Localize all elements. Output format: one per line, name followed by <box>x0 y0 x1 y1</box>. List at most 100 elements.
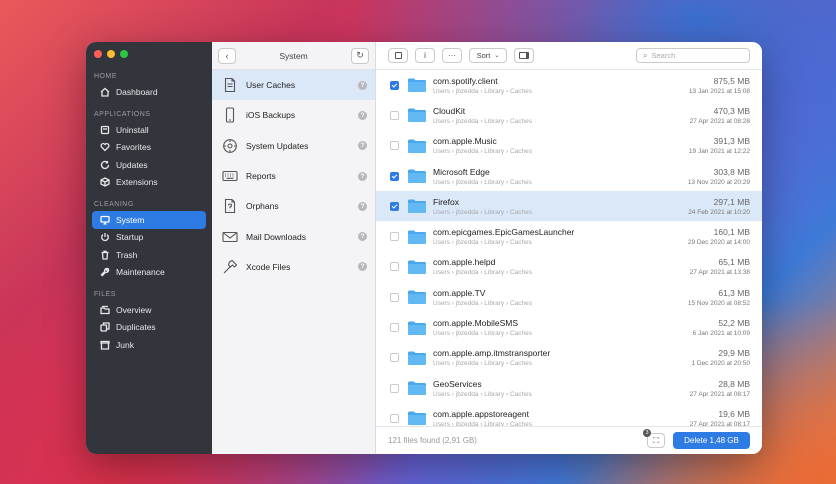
sidebar-item-updates[interactable]: Updates <box>92 156 206 174</box>
file-checkbox[interactable] <box>390 262 399 272</box>
file-path: Users › jbzedda › Library › Caches <box>433 390 532 398</box>
category-item-xcode-files[interactable]: Xcode Files ? <box>212 252 375 282</box>
file-info: Firefox Users › jbzedda › Library › Cache… <box>433 197 688 216</box>
sidebar-item-startup[interactable]: Startup <box>92 229 206 247</box>
file-footer: 121 files found (2,91 GB) 3 ⛶ Delete 1,4… <box>376 426 762 454</box>
file-date: 13 Nov 2020 at 20:29 <box>687 178 750 186</box>
file-checkbox[interactable] <box>390 323 399 333</box>
sidebar-item-label: Startup <box>116 232 144 243</box>
file-date: 19 Jan 2021 at 12:22 <box>688 148 750 156</box>
file-checkbox[interactable] <box>390 80 399 90</box>
back-button[interactable]: ‹ <box>218 47 236 64</box>
document-icon <box>222 77 238 93</box>
trash-box-icon <box>100 125 110 135</box>
file-row[interactable]: com.epicgames.EpicGamesLauncher Users › j… <box>376 221 762 251</box>
select-all-button[interactable] <box>388 48 408 63</box>
file-row[interactable]: Firefox Users › jbzedda › Library › Cache… <box>376 191 762 222</box>
help-icon[interactable]: ? <box>358 262 367 272</box>
delete-button[interactable]: Delete 1,48 GB <box>673 432 750 449</box>
panel-title: System <box>279 50 308 61</box>
file-checkbox[interactable] <box>390 413 399 423</box>
file-date: 15 Nov 2020 at 08:52 <box>687 299 750 307</box>
file-row[interactable]: com.apple.helpd Users › jbzedda › Library… <box>376 252 762 282</box>
wrench-icon <box>100 267 110 277</box>
search-field[interactable]: ⌕ <box>636 48 750 63</box>
sidebar-group-files: FILES Overview Duplicates Junk <box>86 289 212 354</box>
sidebar-item-label: Uninstall <box>116 124 149 135</box>
file-row[interactable]: GeoServices Users › jbzedda › Library › C… <box>376 373 762 403</box>
file-row[interactable]: com.apple.appstoreagent Users › jbzedda ›… <box>376 403 762 426</box>
file-checkbox[interactable] <box>390 141 399 151</box>
file-checkbox[interactable] <box>390 110 399 120</box>
file-size: 875,5 MB <box>713 75 750 86</box>
sidebar-item-trash[interactable]: Trash <box>92 246 206 264</box>
file-list: com.spotify.client Users › jbzedda › Libr… <box>376 70 762 426</box>
sidebar-item-junk[interactable]: Junk <box>92 336 206 354</box>
help-icon[interactable]: ? <box>358 80 367 90</box>
file-path: Users › jbzedda › Library › Caches <box>433 360 532 368</box>
help-icon[interactable]: ? <box>358 171 367 181</box>
sidebar-item-system[interactable]: System <box>92 211 206 229</box>
folder-icon <box>408 411 426 426</box>
sidebar-item-duplicates[interactable]: Duplicates <box>92 319 206 337</box>
file-row[interactable]: com.apple.Music Users › jbzedda › Library… <box>376 131 762 161</box>
folder-icon <box>408 351 426 365</box>
file-row[interactable]: com.spotify.client Users › jbzedda › Libr… <box>376 70 762 100</box>
file-size: 19,6 MB <box>718 408 750 419</box>
category-item-system-updates[interactable]: System Updates ? <box>212 131 375 161</box>
sidebar-item-maintenance[interactable]: Maintenance <box>92 264 206 282</box>
file-date: 1 Dec 2020 at 20:50 <box>691 360 750 368</box>
sidebar-toggle-button[interactable] <box>514 48 534 63</box>
app-window: HOME Dashboard APPLICATIONS Uninstall Fa… <box>86 42 762 454</box>
help-icon[interactable]: ? <box>358 141 367 151</box>
sidebar-item-extensions[interactable]: Extensions <box>92 174 206 192</box>
file-row[interactable]: Microsoft Edge Users › jbzedda › Library … <box>376 161 762 191</box>
file-meta: 303,8 MB 13 Nov 2020 at 20:29 <box>688 167 750 186</box>
more-button[interactable]: ··· <box>442 48 462 63</box>
category-item-reports[interactable]: Reports ? <box>212 161 375 191</box>
file-size: 29,9 MB <box>718 348 750 359</box>
rescan-button[interactable]: ↻ <box>351 47 369 64</box>
sidebar-group-title: FILES <box>94 291 116 298</box>
file-row[interactable]: com.apple.MobileSMS Users › jbzedda › Lib… <box>376 312 762 342</box>
file-size: 61,3 MB <box>718 287 750 298</box>
file-meta: 65,1 MB 27 Apr 2021 at 13:38 <box>690 257 750 276</box>
category-label: Mail Downloads <box>246 231 306 242</box>
zoom-window-button[interactable] <box>120 50 128 58</box>
file-row[interactable]: CloudKit Users › jbzedda › Library › Cach… <box>376 100 762 130</box>
category-item-mail-downloads[interactable]: Mail Downloads ? <box>212 221 375 251</box>
sort-dropdown[interactable]: Sort ⌄ <box>469 48 507 63</box>
sidebar: HOME Dashboard APPLICATIONS Uninstall Fa… <box>86 42 212 454</box>
file-name: Firefox <box>433 196 459 207</box>
category-label: Xcode Files <box>246 261 291 272</box>
search-input[interactable] <box>651 51 742 60</box>
cube-icon <box>100 177 110 187</box>
file-checkbox[interactable] <box>390 353 399 363</box>
category-item-ios-backups[interactable]: iOS Backups ? <box>212 100 375 130</box>
sidebar-item-overview[interactable]: Overview <box>92 301 206 319</box>
file-checkbox[interactable] <box>390 201 399 211</box>
category-item-orphans[interactable]: Orphans ? <box>212 191 375 221</box>
category-item-user-caches[interactable]: User Caches ? <box>212 70 375 101</box>
file-meta: 28,8 MB 27 Apr 2021 at 08:17 <box>690 379 750 398</box>
help-icon[interactable]: ? <box>358 201 367 211</box>
count-badge: 3 <box>643 429 651 437</box>
file-row[interactable]: com.apple.amp.itmstransporter Users › jbz… <box>376 343 762 373</box>
close-window-button[interactable] <box>94 50 102 58</box>
file-checkbox[interactable] <box>390 232 399 242</box>
help-icon[interactable]: ? <box>358 232 367 242</box>
file-checkbox[interactable] <box>390 383 399 393</box>
file-size: 28,8 MB <box>718 378 750 389</box>
minimize-window-button[interactable] <box>107 50 115 58</box>
file-checkbox[interactable] <box>390 292 399 302</box>
file-checkbox[interactable] <box>390 171 399 181</box>
square-icon <box>394 52 402 59</box>
help-icon[interactable]: ? <box>358 110 367 120</box>
sidebar-group-title: APPLICATIONS <box>94 111 151 118</box>
expand-button[interactable]: 3 ⛶ <box>643 429 665 448</box>
sidebar-item-favorites[interactable]: Favorites <box>92 139 206 157</box>
file-row[interactable]: com.apple.TV Users › jbzedda › Library › … <box>376 282 762 312</box>
sidebar-item-uninstall[interactable]: Uninstall <box>92 121 206 139</box>
sidebar-item-dashboard[interactable]: Dashboard <box>92 83 206 101</box>
info-button[interactable]: i <box>415 48 435 63</box>
